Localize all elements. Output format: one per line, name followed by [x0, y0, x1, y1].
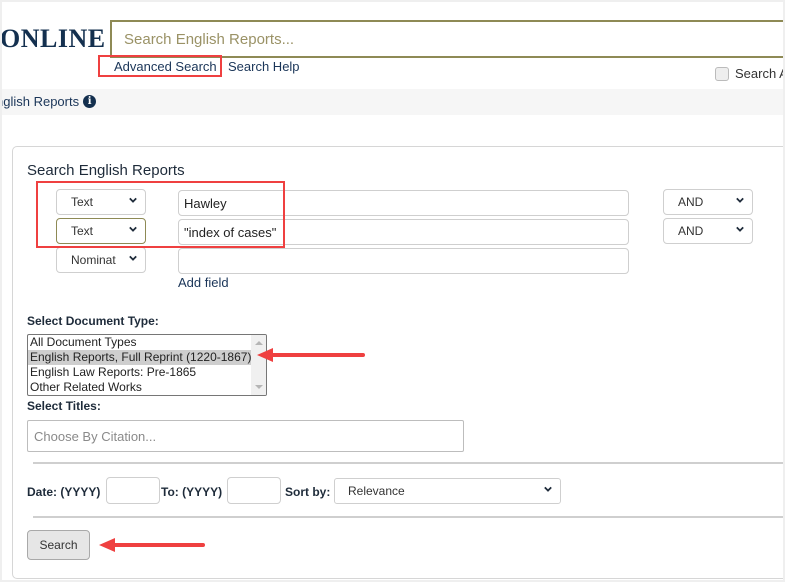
date-to-input[interactable] — [227, 477, 281, 504]
listbox-scrollbar[interactable] — [251, 335, 266, 395]
operator-value: AND — [678, 195, 704, 209]
search-term-input-2[interactable] — [178, 219, 629, 245]
search-term-input-1[interactable] — [178, 190, 629, 216]
titles-label: Select Titles: — [27, 399, 101, 413]
sort-value: Relevance — [348, 484, 405, 498]
advanced-search-link[interactable]: Advanced Search — [113, 59, 218, 74]
divider — [33, 516, 783, 518]
sort-select[interactable]: Relevance — [334, 478, 561, 504]
field-type-value: Text — [71, 224, 94, 238]
date-from-label: Date: (YYYY) — [27, 485, 101, 499]
breadcrumb-bar: nglish Reports i — [2, 89, 783, 115]
operator-select-2[interactable]: AND — [663, 218, 753, 244]
document-type-option[interactable]: Other Related Works — [28, 380, 253, 395]
field-type-value: Text — [71, 195, 94, 209]
search-help-link[interactable]: Search Help — [228, 59, 300, 74]
field-type-select-3[interactable]: Nominat — [56, 247, 146, 273]
chevron-down-icon — [129, 226, 137, 232]
add-field-link[interactable]: Add field — [178, 275, 229, 290]
field-type-select-1[interactable]: Text — [56, 189, 146, 215]
chevron-down-icon — [736, 197, 744, 203]
date-to-label: To: (YYYY) — [161, 485, 223, 499]
divider — [33, 462, 783, 464]
document-type-listbox[interactable]: All Document Types English Reports, Full… — [27, 334, 267, 396]
scroll-down-arrow-icon[interactable] — [255, 385, 263, 389]
site-logo[interactable]: ONLINE — [2, 24, 106, 54]
chevron-down-icon — [129, 255, 137, 261]
global-search-input[interactable] — [110, 20, 783, 58]
advanced-search-panel: Search English Reports Text AND Text AND… — [12, 146, 783, 579]
operator-select-1[interactable]: AND — [663, 189, 753, 215]
sort-label: Sort by: — [285, 485, 331, 499]
breadcrumb-english-reports[interactable]: nglish Reports — [2, 94, 79, 109]
info-circle-icon[interactable]: i — [83, 95, 97, 108]
field-type-select-2[interactable]: Text — [56, 218, 146, 244]
document-type-option[interactable]: English Law Reports: Pre-1865 — [28, 365, 253, 380]
search-all-checkbox[interactable] — [715, 66, 729, 81]
chevron-down-icon — [736, 226, 744, 232]
document-type-option-selected[interactable]: English Reports, Full Reprint (1220-1867… — [28, 350, 253, 365]
breadcrumb: nglish Reports i — [2, 94, 97, 109]
search-term-input-3[interactable] — [178, 248, 629, 274]
document-type-label: Select Document Type: — [27, 314, 159, 328]
search-button[interactable]: Search — [27, 530, 90, 560]
operator-value: AND — [678, 224, 704, 238]
field-type-value: Nominat — [71, 253, 116, 267]
document-type-option[interactable]: All Document Types — [28, 335, 253, 350]
chevron-down-icon — [544, 486, 552, 492]
page: ONLINE Advanced Search Search Help Searc… — [2, 2, 783, 580]
chevron-down-icon — [129, 197, 137, 203]
search-all-option[interactable]: Search A — [715, 66, 783, 81]
citation-select-input[interactable] — [27, 420, 464, 452]
date-from-input[interactable] — [106, 477, 160, 504]
panel-title: Search English Reports — [27, 162, 185, 179]
search-all-label: Search A — [735, 66, 783, 81]
annotation-arrow-search-button — [99, 538, 205, 552]
annotation-arrow-doc-type — [257, 348, 365, 362]
scroll-up-arrow-icon[interactable] — [255, 341, 263, 345]
